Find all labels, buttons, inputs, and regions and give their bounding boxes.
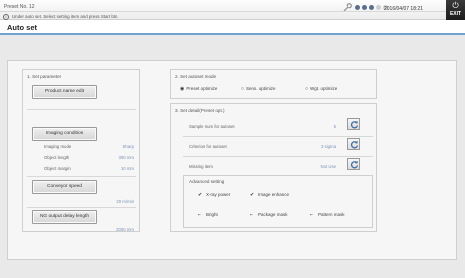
product-name-edit-button[interactable]: Product name edit — [32, 85, 97, 99]
radio-sens-optimize[interactable]: ○ Sens. optimize — [241, 86, 276, 92]
radio-label: Wgt. optimize — [310, 86, 338, 91]
imaging-mode-label: Imaging mode — [44, 144, 72, 149]
divider — [183, 156, 373, 157]
unchecked-icon: ⌐ — [198, 212, 201, 218]
checkbox-label: X-ray power — [206, 192, 231, 197]
missing-item-refresh-button[interactable] — [347, 158, 360, 170]
object-length-value: 300 mm — [118, 155, 134, 160]
checkbox-label: Package mask — [258, 212, 288, 217]
ng-output-delay-value: 2000 mm — [116, 227, 134, 232]
checkbox-label: Bright — [206, 212, 218, 217]
unchecked-icon: ⌐ — [310, 212, 313, 218]
sample-num-value: 5 — [333, 124, 336, 129]
status-dot — [362, 5, 367, 10]
conveyor-speed-value: 20 m/min — [116, 199, 134, 204]
ng-output-delay-button[interactable]: NG output delay length — [32, 210, 97, 224]
sample-num-label: Sample num for autoset — [189, 124, 235, 129]
advanced-setting-title: Advanced setting — [189, 179, 225, 184]
status-dot — [355, 5, 360, 10]
radio-selected-icon: ◉ — [180, 86, 185, 92]
checkbox-image-enhance[interactable]: ✔ Image enhance — [250, 192, 289, 198]
object-margin-value: 10 mm — [120, 166, 134, 171]
detail-title: 3. Set detail(Preset opt.) — [175, 108, 225, 113]
checked-icon: ✔ — [250, 192, 255, 198]
power-icon: ⏻ — [452, 1, 459, 10]
main-content: 1. Set parameter Product name edit Imagi… — [7, 60, 457, 260]
refresh-icon — [350, 160, 359, 169]
checkbox-xray-power[interactable]: ✔ X-ray power — [198, 192, 230, 198]
sample-num-refresh-button[interactable] — [347, 118, 360, 130]
guide-text: Under auto set. Select setting item and … — [12, 14, 118, 19]
page-title: Auto set — [7, 23, 37, 32]
divider — [27, 207, 136, 208]
status-dot — [369, 5, 374, 10]
checkbox-label: Pattern mask — [318, 212, 345, 217]
autoset-mode-panel: 2. Set autoset mode ◉ Preset optimize ○ Se… — [170, 69, 377, 99]
checked-icon: ✔ — [198, 192, 203, 198]
missing-item-label: Missing item — [189, 164, 213, 169]
checkbox-package-mask[interactable]: ⌐ Package mask — [250, 212, 288, 218]
advanced-setting-panel: Advanced setting ✔ X-ray power ✔ Image enh… — [183, 175, 373, 228]
checkbox-pattern-mask[interactable]: ⌐ Pattern mask — [310, 212, 345, 218]
set-parameter-panel: 1. Set parameter Product name edit Imagi… — [22, 69, 140, 232]
missing-item-value: Not Use — [320, 164, 336, 169]
top-bar: Preset No. 12 2016/04/07 18:21 i Under a… — [0, 0, 446, 20]
refresh-icon — [350, 120, 359, 129]
guide-row: i Under auto set. Select setting item an… — [0, 11, 446, 20]
radio-preset-optimize[interactable]: ◉ Preset optimize — [180, 86, 217, 92]
refresh-icon — [350, 140, 359, 149]
set-parameter-title: 1. Set parameter — [27, 74, 62, 79]
radio-unselected-icon: ○ — [305, 86, 309, 92]
criterion-value: 3 sigma — [320, 144, 336, 149]
divider — [183, 136, 373, 137]
detail-panel: 3. Set detail(Preset opt.) Sample num fo… — [170, 103, 377, 232]
status-dot — [376, 5, 381, 10]
preset-label: Preset No. 12 — [4, 4, 35, 10]
criterion-label: Criterion for autoset — [189, 144, 227, 149]
radio-label: Sens. optimize — [246, 86, 276, 91]
criterion-refresh-button[interactable] — [347, 138, 360, 150]
imaging-condition-button[interactable]: Imaging condition — [32, 127, 97, 141]
title-bar: Auto set — [0, 20, 465, 35]
checkbox-bright[interactable]: ⌐ Bright — [198, 212, 218, 218]
exit-label: EXIT — [449, 11, 462, 17]
radio-label: Preset optimize — [186, 86, 218, 91]
checkbox-label: Image enhance — [258, 192, 290, 197]
imaging-mode-value: Sharp — [122, 144, 134, 149]
autoset-mode-title: 2. Set autoset mode — [175, 74, 217, 79]
exit-button[interactable]: ⏻ EXIT — [446, 0, 465, 20]
radio-unselected-icon: ○ — [241, 86, 245, 92]
divider — [27, 109, 136, 110]
unchecked-icon: ⌐ — [250, 212, 253, 218]
object-margin-label: Object margin — [44, 166, 71, 171]
divider — [27, 176, 136, 177]
conveyor-speed-button[interactable]: Conveyor speed — [32, 180, 97, 194]
object-length-label: Object length — [44, 155, 70, 160]
radio-wgt-optimize[interactable]: ○ Wgt. optimize — [305, 86, 337, 92]
